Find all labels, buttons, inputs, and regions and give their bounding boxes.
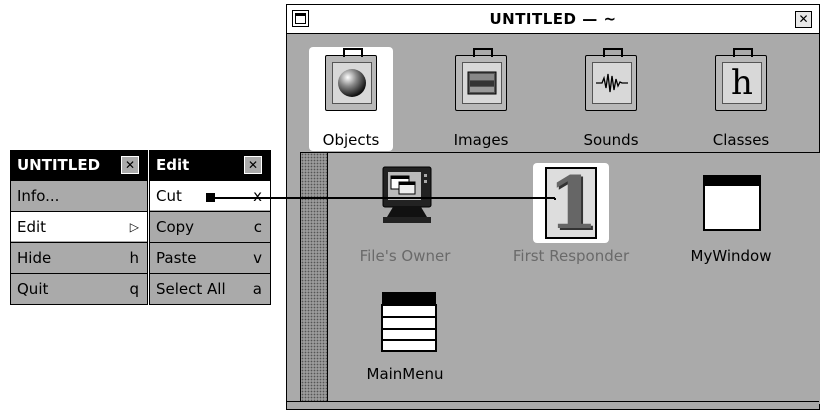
menu-item-hide[interactable]: Hide h [11, 242, 147, 272]
menu-item-quit[interactable]: Quit q [11, 273, 147, 303]
suitcase-label: Images [453, 131, 509, 149]
suitcase-label: Objects [322, 131, 380, 149]
suitcase-icon [455, 48, 507, 111]
suitcase-objects[interactable]: Objects [309, 47, 393, 151]
h-letter-icon: h [722, 62, 762, 104]
menu-item-paste[interactable]: Paste v [150, 242, 270, 272]
suitcase-icon [585, 48, 637, 111]
miniaturize-button[interactable] [292, 10, 309, 27]
nib-window: UNTITLED — ~ ✕ Objects Images Sounds h C… [286, 4, 820, 410]
object-label: First Responder [512, 247, 630, 265]
object-first-responder[interactable]: 1 First Responder [511, 159, 631, 279]
image-icon [462, 62, 502, 104]
menu-icon [381, 292, 437, 352]
suitcase-classes[interactable]: h Classes [699, 47, 783, 151]
submenu-arrow-icon: ▷ [129, 220, 139, 234]
object-mainmenu[interactable]: MainMenu [345, 283, 465, 403]
menu-item-edit[interactable]: Edit ▷ [11, 211, 147, 241]
object-label: MyWindow [690, 247, 772, 265]
close-icon[interactable]: ✕ [795, 11, 812, 28]
numeral-one-icon: 1 [545, 163, 598, 243]
menu-item-info[interactable]: Info... [11, 180, 147, 210]
window-bottom-edge [287, 401, 819, 409]
suitcase-icon: h [715, 48, 767, 111]
suitcase-images[interactable]: Images [439, 47, 523, 151]
object-mywindow[interactable]: MyWindow [671, 159, 791, 279]
object-label: MainMenu [366, 365, 444, 383]
vertical-scroller[interactable] [301, 153, 328, 404]
close-icon[interactable]: ✕ [121, 156, 139, 174]
suitcase-label: Classes [712, 131, 770, 149]
computer-icon [382, 166, 432, 223]
suitcase-sounds[interactable]: Sounds [569, 47, 653, 151]
window-icon [703, 175, 761, 231]
main-menu: UNTITLED ✕ Info... Edit ▷ Hide h Quit q [10, 150, 148, 305]
edit-menu-title: Edit [156, 156, 190, 174]
close-icon[interactable]: ✕ [244, 156, 262, 174]
suitcase-icon [325, 48, 377, 111]
edit-menu: Edit ✕ Cut x Copy c Paste v Select All a [149, 150, 271, 305]
object-files-owner[interactable]: File's Owner [345, 159, 465, 279]
suitcase-label: Sounds [583, 131, 639, 149]
objects-pane: File's Owner 1 First Responder MyWindow [300, 152, 820, 404]
window-title: UNTITLED — ~ [489, 10, 617, 28]
window-titlebar[interactable]: UNTITLED — ~ ✕ [287, 5, 819, 34]
main-menu-title: UNTITLED [17, 156, 101, 174]
waveform-icon [592, 62, 632, 104]
menu-item-select-all[interactable]: Select All a [150, 273, 270, 303]
sphere-icon [332, 62, 372, 104]
menu-item-copy[interactable]: Copy c [150, 211, 270, 241]
menu-item-cut[interactable]: Cut x [150, 180, 270, 210]
object-label: File's Owner [359, 247, 451, 265]
